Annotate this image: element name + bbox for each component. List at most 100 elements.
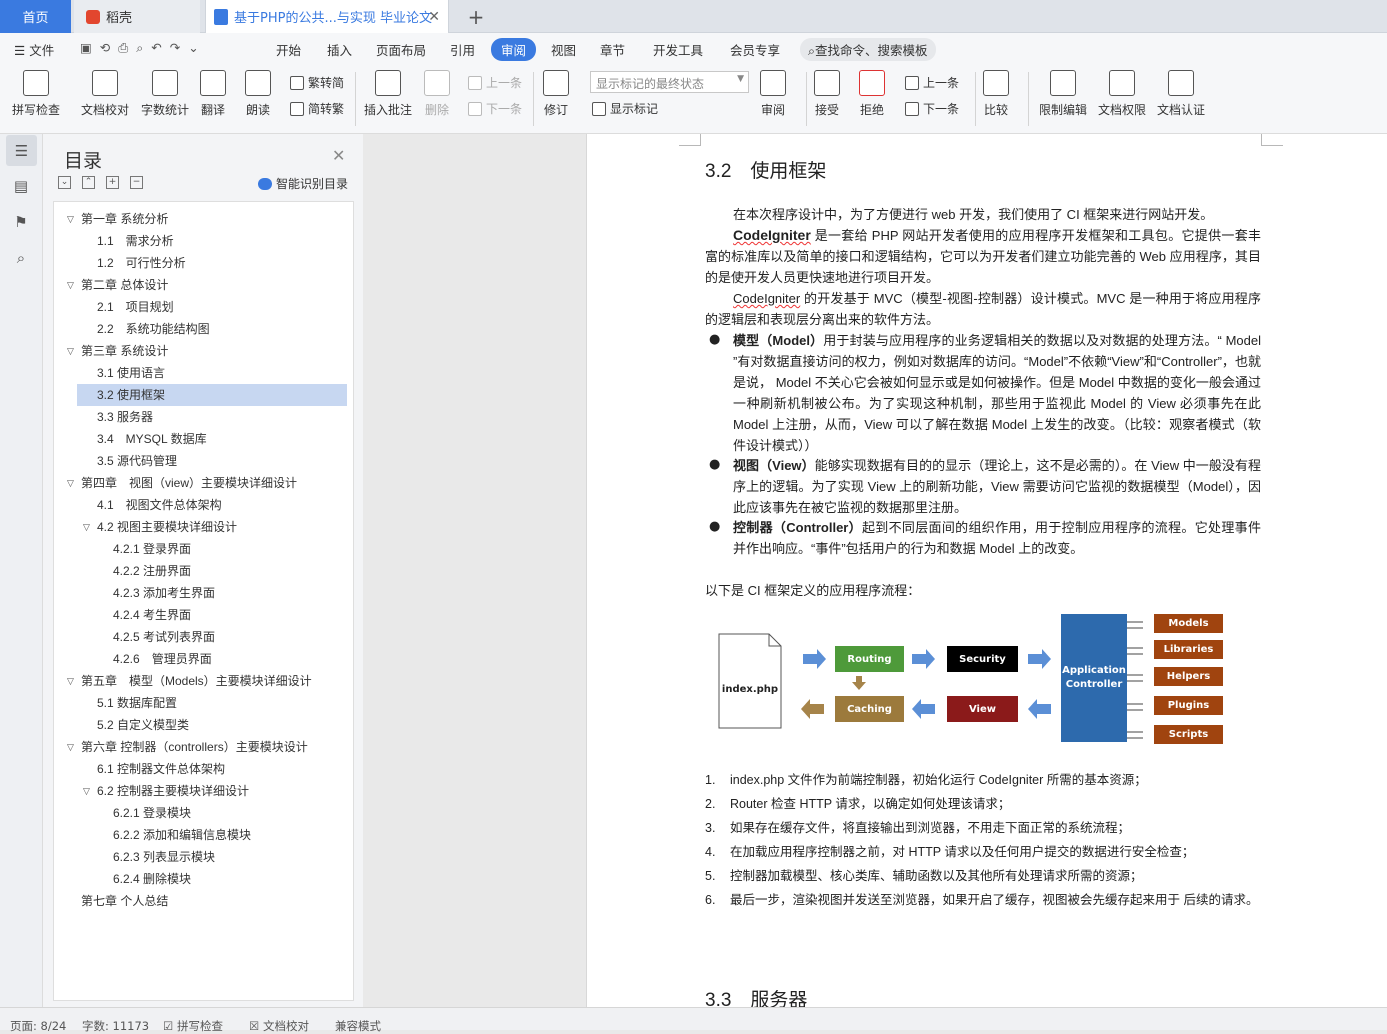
compare-button[interactable]: 比较 [983,70,1009,118]
toc-item[interactable]: ▽ 第三章 系统设计 [67,340,347,362]
chevron-down-icon[interactable]: ▽ [67,208,74,230]
spell-check-status[interactable]: ☑ 拼写检查 [163,1018,223,1034]
toc-item[interactable]: 5.1 数据库配置 [77,692,347,714]
toc-item[interactable]: ▽ 4.2 视图主要模块详细设计 [77,516,347,538]
menu-review[interactable]: 审阅 [491,38,537,61]
spell-check-button[interactable]: 拼写检查 [12,70,60,118]
tab-home[interactable]: 首页 [0,0,71,33]
toc-item[interactable]: 4.1 视图文件总体架构 [77,494,347,516]
menu-dev-tools[interactable]: 开发工具 [653,40,703,59]
quick-access-icons[interactable]: ▣⟲⎙⌕↶↷⌄ [80,40,207,56]
doc-proof-status[interactable]: ☒ 文档校对 [249,1018,309,1034]
chevron-down-icon[interactable]: ▽ [67,670,74,692]
compare-icon [983,70,1009,96]
menu-view[interactable]: 视图 [551,40,576,59]
toc-item[interactable]: 6.2.4 删除模块 [77,868,347,890]
simp-to-trad-button[interactable]: 简转繁 [290,100,344,117]
chevron-down-icon[interactable]: ▽ [83,516,90,538]
toc-item[interactable]: 2.2 系统功能结构图 [77,318,347,340]
toc-item-label: 第三章 系统设计 [81,344,169,358]
toc-panel-icon[interactable]: ☰ [6,135,37,166]
chevron-down-icon[interactable]: ▽ [67,274,74,296]
toc-item[interactable]: ▽ 第四章 视图（view）主要模块详细设计 [67,472,347,494]
toc-item[interactable]: 3.4 MYSQL 数据库 [77,428,347,450]
remove-heading-icon[interactable]: − [130,176,143,189]
toc-item[interactable]: 3.2 使用框架 [77,384,347,406]
toc-item[interactable]: 4.2.3 添加考生界面 [77,582,347,604]
toc-item[interactable]: 3.3 服务器 [77,406,347,428]
restrict-edit-button[interactable]: 限制编辑 [1039,70,1087,118]
toc-item[interactable]: 4.2.1 登录界面 [77,538,347,560]
page-indicator[interactable]: 页面: 8/24 [10,1018,66,1034]
toc-item[interactable]: ▽ 第六章 控制器（controllers）主要模块设计 [67,736,347,758]
toc-item[interactable]: 2.1 项目规划 [77,296,347,318]
review-pane-button[interactable]: 审阅 [760,70,786,118]
chevron-down-icon[interactable]: ▽ [67,340,74,362]
toc-item[interactable]: 5.2 自定义模型类 [77,714,347,736]
file-menu-label: 文件 [29,43,55,58]
tab-document[interactable]: 基于PHP的公共...与实现 毕业论文 ✕ [205,0,449,33]
read-aloud-button[interactable]: 朗读 [245,70,271,118]
toc-item[interactable]: 4.2.2 注册界面 [77,560,347,582]
chevron-down-icon[interactable]: ▽ [67,472,74,494]
chevron-down-icon[interactable]: ▽ [83,780,90,802]
reject-button[interactable]: 拒绝 [859,70,885,118]
chapter-nav-icon[interactable]: ▤ [10,175,32,197]
doc-proof-button[interactable]: 文档校对 [81,70,129,118]
menu-chapter[interactable]: 章节 [600,40,625,59]
menu-references[interactable]: 引用 [450,40,475,59]
smart-toc-button[interactable]: 智能识别目录 [258,175,348,192]
close-tab-icon[interactable]: ✕ [428,9,440,25]
toc-item[interactable]: 4.2.6 管理员界面 [77,648,347,670]
file-menu[interactable]: ☰ 文件 [14,40,54,59]
track-changes-button[interactable]: 修订 [543,70,569,118]
toc-item[interactable]: 1.1 需求分析 [77,230,347,252]
collapse-all-icon[interactable]: ⌃ [82,176,95,189]
add-heading-icon[interactable]: + [106,176,119,189]
command-search[interactable]: ⌕查找命令、搜索模板 [800,38,936,61]
toc-item[interactable]: 6.1 控制器文件总体架构 [77,758,347,780]
word-count-indicator[interactable]: 字数: 11173 [82,1018,149,1034]
toc-item[interactable]: 4.2.4 考生界面 [77,604,347,626]
menu-start[interactable]: 开始 [276,40,301,59]
toc-item[interactable]: 6.2.2 添加和编辑信息模块 [77,824,347,846]
close-icon[interactable]: ✕ [332,146,345,165]
delete-comment-button[interactable]: 删除 [424,70,450,118]
menu-member[interactable]: 会员专享 [730,40,780,59]
expand-all-icon[interactable]: ⌄ [58,176,71,189]
insert-comment-button[interactable]: 插入批注 [364,70,412,118]
trad-to-simp-button[interactable]: 繁转简 [290,74,344,91]
toc-item[interactable]: ▽ 第一章 系统分析 [67,208,347,230]
accept-button[interactable]: 接受 [814,70,840,118]
prev-comment-button[interactable]: 上一条 [468,74,522,91]
toc-item[interactable]: ▽ 第五章 模型（Models）主要模块详细设计 [67,670,347,692]
menu-insert[interactable]: 插入 [327,40,352,59]
accept-icon [814,70,840,96]
next-comment-button[interactable]: 下一条 [468,100,522,117]
new-tab-button[interactable]: + [462,0,490,33]
doc-cert-button[interactable]: 文档认证 [1157,70,1205,118]
display-mode-select[interactable]: 显示标记的最终状态 ▼ [590,71,749,93]
toc-item[interactable]: 3.1 使用语言 [77,362,347,384]
translate-button[interactable]: 翻译 [200,70,226,118]
toc-item[interactable]: 第七章 个人总结 [77,890,347,912]
toc-item[interactable]: 4.2.5 考试列表界面 [77,626,347,648]
toc-item[interactable]: 6.2.1 登录模块 [77,802,347,824]
toc-item[interactable]: ▽ 第二章 总体设计 [67,274,347,296]
restrict-edit-icon [1050,70,1076,96]
word-count-button[interactable]: 字数统计 [141,70,189,118]
find-icon[interactable]: ⌕ [10,247,32,269]
menu-page-layout[interactable]: 页面布局 [376,40,426,59]
bullet-text: 用于封装与应用程序的业务逻辑相关的数据以及对数据的处理方法。“ Model ”有… [733,333,1261,453]
doc-permission-button[interactable]: 文档权限 [1098,70,1146,118]
toc-item[interactable]: 6.2.3 列表显示模块 [77,846,347,868]
prev-change-button[interactable]: 上一条 [905,74,959,91]
toc-item[interactable]: 1.2 可行性分析 [77,252,347,274]
show-marks-button[interactable]: 显示标记 [592,100,658,117]
next-change-button[interactable]: 下一条 [905,100,959,117]
bookmark-icon[interactable]: ⚑ [10,211,32,233]
toc-item[interactable]: 3.5 源代码管理 [77,450,347,472]
chevron-down-icon[interactable]: ▽ [67,736,74,758]
tab-daoke[interactable]: 稻壳 [74,0,200,33]
toc-item[interactable]: ▽ 6.2 控制器主要模块详细设计 [77,780,347,802]
